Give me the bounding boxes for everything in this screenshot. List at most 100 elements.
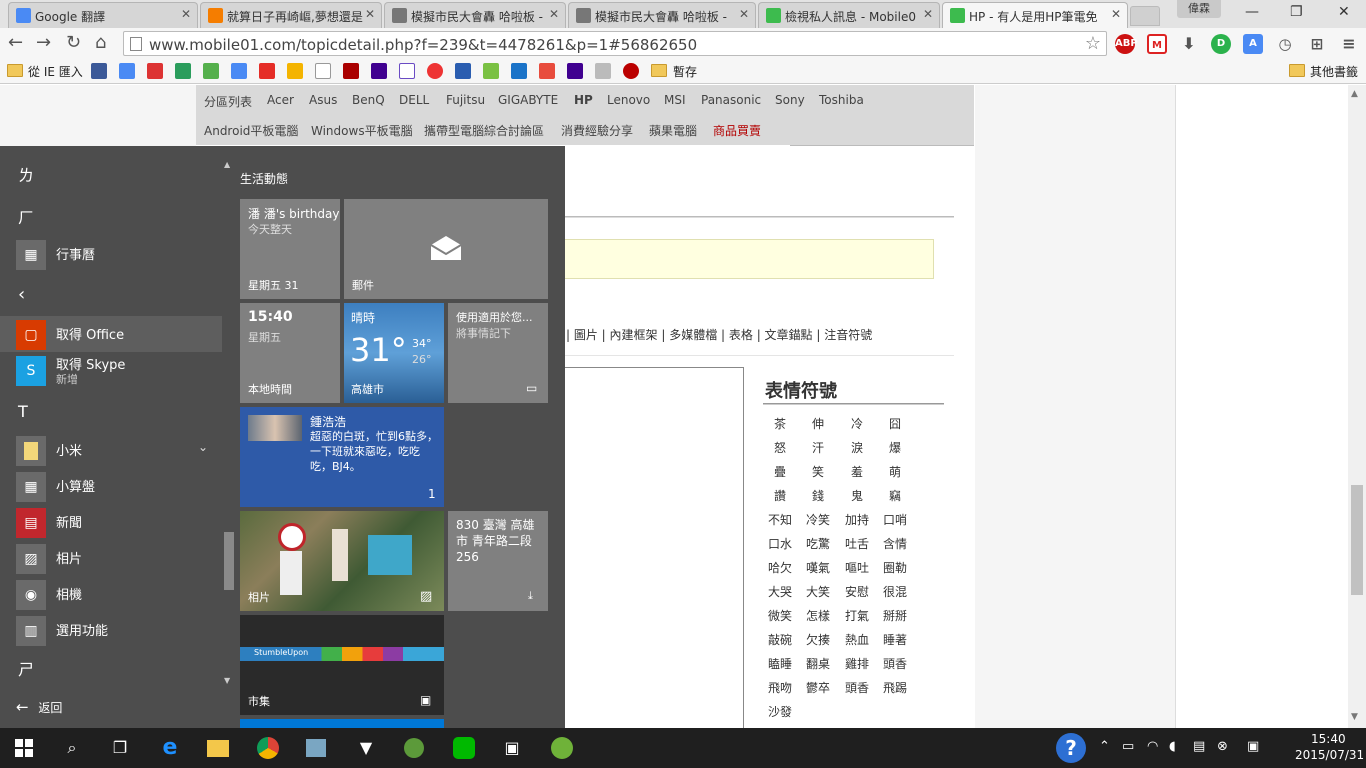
- scroll-up-arrow[interactable]: ▲: [1351, 89, 1358, 99]
- emoticon-item[interactable]: 掰掰: [875, 607, 915, 624]
- emoticon-item[interactable]: 安慰: [837, 583, 877, 600]
- google-plus-icon[interactable]: [119, 63, 135, 79]
- nav-acer[interactable]: Acer: [267, 93, 294, 107]
- emoticon-item[interactable]: 含情: [875, 535, 915, 552]
- emoticon-item[interactable]: 嘔吐: [837, 559, 877, 576]
- letter-header[interactable]: ㄏ: [18, 204, 34, 228]
- show-hidden-icons-icon[interactable]: ⌃: [1099, 739, 1110, 754]
- help-icon[interactable]: ?: [1056, 733, 1086, 763]
- emoticon-item[interactable]: 沙發: [760, 703, 800, 720]
- tile-clock[interactable]: 15:40 星期五 本地時間: [240, 303, 340, 403]
- nav-fujitsu[interactable]: Fujitsu: [446, 93, 485, 107]
- wikipedia-icon[interactable]: [315, 63, 331, 79]
- app-calendar[interactable]: ▦ 行事曆: [0, 236, 222, 272]
- nav-apple[interactable]: 蘋果電腦: [649, 122, 697, 139]
- emoticon-item[interactable]: 大哭: [760, 583, 800, 600]
- nav-forum-list[interactable]: 分區列表: [204, 93, 252, 110]
- task-view-icon[interactable]: ❐: [106, 734, 134, 762]
- tile-people[interactable]: 鍾浩浩 超惡的白斑，忙到6點多，一下班就來惡吃，吃吃吃，BJ4。 1: [240, 407, 444, 507]
- emoticon-item[interactable]: 冷: [837, 415, 877, 432]
- tab-gamer-2[interactable]: 模擬市民大會轟 哈啦板 - ✕: [568, 2, 756, 28]
- nav-android-tablet[interactable]: Android平板電腦: [204, 122, 298, 139]
- menu-icon[interactable]: ≡: [1339, 34, 1359, 54]
- emoticon-item[interactable]: 瞌睡: [760, 655, 800, 672]
- tile-maps-location[interactable]: 830 臺灣 高雄市 青年路二段 256 ⤓: [448, 511, 548, 611]
- emoticon-item[interactable]: 欠揍: [798, 631, 838, 648]
- emoticon-item[interactable]: 囧: [875, 415, 915, 432]
- page-scrollbar-thumb[interactable]: [1351, 485, 1363, 595]
- emoticon-item[interactable]: 微笑: [760, 607, 800, 624]
- link-icon[interactable]: [595, 63, 611, 79]
- emoticon-item[interactable]: 雞排: [837, 655, 877, 672]
- chrome-icon[interactable]: [254, 734, 282, 762]
- gmail-bookmark-icon[interactable]: [147, 63, 163, 79]
- download-icon[interactable]: ⬇: [1179, 34, 1199, 54]
- nav-marketplace[interactable]: 商品買賣: [713, 122, 761, 139]
- drive-icon[interactable]: [287, 63, 303, 79]
- reply-editor[interactable]: [563, 367, 744, 728]
- translate-bookmark-icon[interactable]: [231, 63, 247, 79]
- emoticon-item[interactable]: 打氣: [837, 607, 877, 624]
- calendar-bookmark-icon[interactable]: [455, 63, 471, 79]
- game-icon[interactable]: [343, 63, 359, 79]
- emoticon-item[interactable]: 汗: [798, 439, 838, 456]
- close-icon[interactable]: ✕: [923, 7, 933, 21]
- nav-dell[interactable]: DELL: [399, 93, 429, 107]
- app-camera[interactable]: ◉ 相機: [0, 576, 222, 612]
- play-store-icon[interactable]: [175, 63, 191, 79]
- installer-icon[interactable]: [302, 734, 330, 762]
- store-icon[interactable]: ▣: [498, 734, 526, 762]
- nav-lenovo[interactable]: Lenovo: [607, 93, 650, 107]
- bookmark-star-icon[interactable]: ☆: [1085, 33, 1101, 54]
- emoticon-item[interactable]: 笑: [798, 463, 838, 480]
- scroll-up-arrow[interactable]: ▲: [224, 160, 230, 169]
- bookmark-temp-folder[interactable]: 暫存: [673, 63, 697, 80]
- history-icon[interactable]: ◷: [1275, 34, 1295, 54]
- file-explorer-icon[interactable]: [204, 734, 232, 762]
- e-icon[interactable]: [399, 63, 415, 79]
- volume-icon[interactable]: ◖: [1169, 739, 1176, 754]
- emoticon-item[interactable]: 萌: [875, 463, 915, 480]
- emoticon-item[interactable]: 淚: [837, 439, 877, 456]
- tile-photos[interactable]: 相片 ▨: [240, 511, 444, 611]
- music-icon[interactable]: [539, 63, 555, 79]
- page-scrollbar[interactable]: [1348, 85, 1366, 728]
- other-bookmarks[interactable]: 其他書籤: [1310, 63, 1358, 80]
- app-optional-features[interactable]: ▥ 選用功能: [0, 612, 222, 648]
- taskbar-clock-time[interactable]: 15:40: [1311, 732, 1346, 746]
- emoticon-item[interactable]: 加持: [837, 511, 877, 528]
- emoticon-item[interactable]: 錢: [798, 487, 838, 504]
- emoticon-item[interactable]: 不知: [760, 511, 800, 528]
- nav-windows-tablet[interactable]: Windows平板電腦: [311, 122, 413, 139]
- emoticon-item[interactable]: 大笑: [798, 583, 838, 600]
- tab-hp-active[interactable]: HP - 有人是用HP筆電免 ✕: [942, 2, 1128, 28]
- nav-gigabyte[interactable]: GIGABYTE: [498, 93, 558, 107]
- close-icon[interactable]: ✕: [549, 7, 559, 21]
- emoticon-item[interactable]: 頭香: [875, 655, 915, 672]
- tile-partial[interactable]: [240, 719, 444, 728]
- pin-icon[interactable]: [427, 63, 443, 79]
- tile-mail[interactable]: 郵件: [344, 199, 548, 299]
- app-news[interactable]: ▤ 新聞: [0, 504, 222, 540]
- wifi-icon[interactable]: ◠: [1147, 739, 1158, 754]
- emoticon-item[interactable]: 讚: [760, 487, 800, 504]
- crown-icon[interactable]: [511, 63, 527, 79]
- emoticon-item[interactable]: 頭香: [837, 679, 877, 696]
- nav-portable-pc[interactable]: 攜帶型電腦綜合討論區: [424, 122, 544, 139]
- emoticon-item[interactable]: 爆: [875, 439, 915, 456]
- grid-icon[interactable]: ⊞: [1307, 34, 1327, 54]
- scroll-down-arrow[interactable]: ▼: [224, 676, 230, 685]
- editor-toolbar-links[interactable]: | 圖片 | 內建框架 | 多媒體檔 | 表格 | 文章錨點 | 注音符號: [566, 326, 872, 343]
- yahoo-icon[interactable]: [371, 63, 387, 79]
- close-icon[interactable]: ✕: [365, 7, 375, 21]
- pixnet-icon[interactable]: [623, 63, 639, 79]
- qq-app-icon[interactable]: [400, 734, 428, 762]
- letter-header[interactable]: ㄌ: [18, 162, 34, 186]
- tile-weather[interactable]: 晴時 31° 34° 26° 高雄市: [344, 303, 444, 403]
- letter-header[interactable]: ㄕ: [18, 656, 34, 680]
- nav-toshiba[interactable]: Toshiba: [819, 93, 864, 107]
- app-list-scrollbar-thumb[interactable]: [224, 532, 234, 590]
- nav-hp[interactable]: HP: [574, 93, 593, 107]
- keyboard-icon[interactable]: ▣: [1247, 739, 1259, 754]
- yahoo-icon-2[interactable]: [567, 63, 583, 79]
